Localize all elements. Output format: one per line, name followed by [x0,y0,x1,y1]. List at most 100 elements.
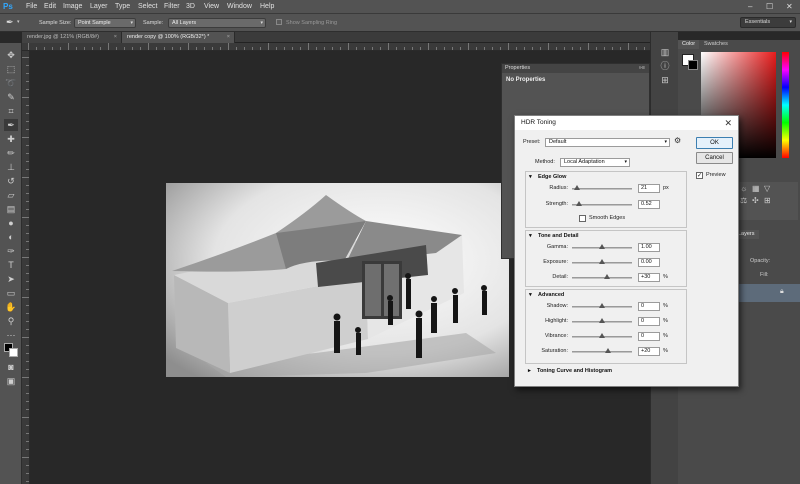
blur-tool-icon[interactable]: ● [4,217,18,229]
slider-thumb[interactable] [599,259,605,264]
close-icon[interactable]: × [227,32,230,43]
info-icon[interactable]: ⓘ [658,60,672,72]
shadow-input[interactable]: 0 [638,302,660,311]
dialog-title[interactable]: HDR Toning [515,116,738,130]
info-icon[interactable]: ⊞ [658,74,672,86]
crop-tool-icon[interactable]: ⌗ [4,105,18,117]
clone-stamp-icon[interactable]: ⊥ [4,161,18,173]
marquee-tool-icon[interactable]: ⬚ [4,63,18,75]
slider-thumb[interactable] [599,333,605,338]
menu-image[interactable]: Image [63,3,82,11]
smooth-edges-checkbox[interactable] [579,215,586,222]
sampling-ring-checkbox[interactable] [276,19,282,25]
slider-thumb[interactable] [605,348,611,353]
lasso-tool-icon[interactable]: ➰ [4,77,18,89]
expand-triangle-icon[interactable]: ▾ [529,292,532,299]
menu-3d[interactable]: 3D [186,3,195,11]
menu-select[interactable]: Select [138,3,157,11]
gamma-slider[interactable] [572,244,632,249]
workspace-switcher[interactable]: Essentials ▾ [740,17,796,28]
history-brush-icon[interactable]: ↺ [4,175,18,187]
slider-thumb[interactable] [599,318,605,323]
slider-thumb[interactable] [603,274,610,279]
slider-thumb[interactable] [599,244,605,249]
menu-help[interactable]: Help [260,3,274,11]
chevron-down-icon[interactable]: ▾ [17,19,20,25]
highlight-slider[interactable] [572,318,632,323]
more-tools-icon[interactable]: ⋯ [4,329,18,341]
ok-button[interactable]: OK [696,137,733,149]
tab-swatches[interactable]: Swatches [700,40,732,49]
eyedropper-tool-icon[interactable]: ✒ [4,119,18,131]
doc-tab-render[interactable]: render.jpg @ 121% (RGB/8#) × [22,32,122,43]
eyedropper-tool-icon[interactable]: ✒ [6,17,14,28]
background-color-swatch[interactable] [9,348,18,357]
hue-slider[interactable] [782,52,789,158]
vibrance-slider[interactable] [572,333,632,338]
slider-thumb[interactable] [573,185,580,190]
tab-color[interactable]: Color [678,40,700,49]
preview-checkbox[interactable]: ✓ [696,172,703,179]
channel-mixer-icon[interactable]: ✣ [752,196,759,205]
eraser-tool-icon[interactable]: ▱ [4,189,18,201]
doc-tab-render-copy[interactable]: render copy @ 100% (RGB/32*) * × [122,32,235,43]
background-color-swatch[interactable] [688,60,698,70]
type-tool-icon[interactable]: T [4,259,18,271]
menu-filter[interactable]: Filter [164,3,180,11]
move-tool-icon[interactable]: ✥ [4,49,18,61]
strength-slider[interactable] [572,201,632,206]
minimize-icon[interactable]: – [748,2,752,12]
exposure-slider[interactable] [572,259,632,264]
quick-select-tool-icon[interactable]: ✎ [4,91,18,103]
preset-dropdown[interactable]: Default ▾ [545,138,670,147]
close-icon[interactable]: × [114,32,117,43]
properties-header[interactable]: Properties [502,64,649,73]
detail-slider[interactable] [572,274,632,279]
sample-dropdown[interactable]: All Layers ▾ [168,18,266,28]
menu-file[interactable]: File [26,3,37,11]
menu-edit[interactable]: Edit [44,3,56,11]
pen-tool-icon[interactable]: ✑ [4,245,18,257]
balance-icon[interactable]: ⚖ [740,196,747,205]
gear-icon[interactable]: ⚙ [674,136,681,145]
detail-input[interactable]: +30 [638,273,660,282]
history-icon[interactable]: ▥ [658,46,672,58]
menu-window[interactable]: Window [227,3,252,11]
layer-row-selected[interactable]: 🔒︎ [734,284,800,302]
quick-mask-icon[interactable]: ◙ [4,361,18,373]
toning-curve-title[interactable]: Toning Curve and Histogram [537,368,612,375]
highlight-input[interactable]: 0 [638,317,660,326]
method-dropdown[interactable]: Local Adaptation ▾ [560,158,630,167]
menu-view[interactable]: View [204,3,219,11]
sample-size-dropdown[interactable]: Point Sample ▾ [74,18,136,28]
healing-brush-icon[interactable]: ✚ [4,133,18,145]
expand-triangle-icon[interactable]: ▾ [529,174,532,181]
brightness-icon[interactable]: ☼ [740,184,747,193]
vibrance-input[interactable]: 0 [638,332,660,341]
close-icon[interactable]: ✕ [786,2,793,12]
screen-mode-icon[interactable]: ▣ [4,375,18,387]
gamma-input[interactable]: 1.00 [638,243,660,252]
expand-triangle-icon[interactable]: ▾ [529,233,532,240]
radius-input[interactable]: 21 [638,184,660,193]
lock-icon[interactable]: 🔒︎ [780,288,784,296]
saturation-input[interactable]: +20 [638,347,660,356]
grid-icon[interactable]: ⊞ [764,196,771,205]
radius-slider[interactable] [572,185,632,190]
triangle-icon[interactable]: ▽ [764,184,770,193]
path-select-icon[interactable]: ➤ [4,273,18,285]
close-icon[interactable]: ✕ [724,116,732,130]
shape-tool-icon[interactable]: ▭ [4,287,18,299]
shadow-slider[interactable] [572,303,632,308]
brush-tool-icon[interactable]: ✏ [4,147,18,159]
document-image[interactable] [166,183,509,377]
collapse-triangle-icon[interactable]: ▸ [528,368,531,375]
maximize-icon[interactable]: ☐ [766,2,773,12]
zoom-tool-icon[interactable]: ⚲ [4,315,18,327]
slider-thumb[interactable] [576,201,583,206]
collapse-icon[interactable]: »≡ [639,64,645,73]
levels-icon[interactable]: ▦ [752,184,760,193]
slider-thumb[interactable] [599,303,605,308]
dodge-tool-icon[interactable]: ◐ [4,231,18,243]
cancel-button[interactable]: Cancel [696,152,733,164]
